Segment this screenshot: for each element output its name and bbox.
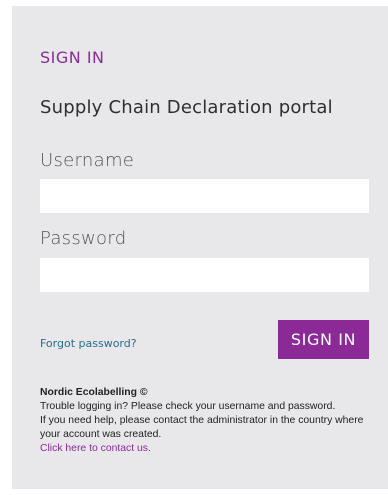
sign-in-button[interactable]: SIGN IN [278,320,369,359]
password-input[interactable] [40,258,369,292]
forgot-password-link[interactable]: Forgot password? [40,337,137,350]
brand-copyright: Nordic Ecolabelling © [40,387,148,398]
help-text-contact-admin: If you need help, please contact the adm… [40,415,364,440]
login-page: SIGN IN Supply Chain Declaration portal … [0,0,388,495]
portal-subtitle: Supply Chain Declaration portal [40,97,333,118]
help-text-trouble: Trouble logging in? Please check your us… [40,401,336,412]
contact-us-link[interactable]: Click here to contact us. [40,442,375,456]
help-footer: Nordic Ecolabelling © Trouble logging in… [40,386,375,456]
sign-in-heading: SIGN IN [40,48,105,67]
username-input[interactable] [40,179,369,213]
password-label: Password [40,228,127,249]
username-label: Username [40,150,135,171]
